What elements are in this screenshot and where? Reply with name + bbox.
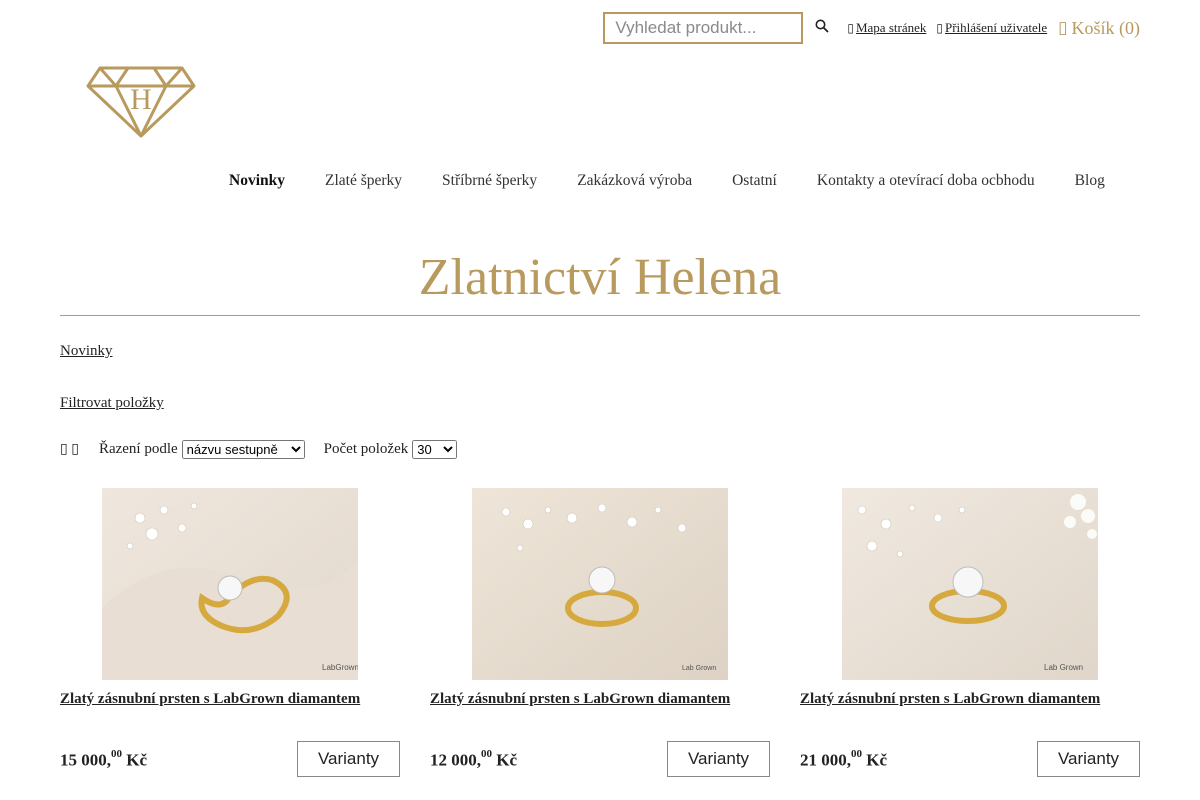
price-currency: Kč bbox=[126, 750, 148, 770]
login-label: Přihlášení uživatele bbox=[944, 20, 1048, 35]
list-controls: ▯ ▯ Řazení podle názvu sestupně Počet po… bbox=[60, 440, 458, 459]
list-view-icon[interactable]: ▯ bbox=[71, 442, 79, 457]
user-icon: ▯ bbox=[936, 20, 943, 35]
product-price: 21 000,00 Kč bbox=[800, 748, 888, 771]
product-image[interactable]: Lab Grown bbox=[472, 488, 728, 680]
price-cents: 00 bbox=[481, 748, 492, 760]
sort-select[interactable]: názvu sestupně bbox=[181, 440, 305, 459]
diamond-logo-icon: H bbox=[86, 66, 196, 138]
sitemap-label: Mapa stránek bbox=[855, 20, 927, 35]
login-link[interactable]: ▯ Přihlášení uživatele bbox=[936, 20, 1047, 36]
nav-item-zlate-sperky[interactable]: Zlaté šperky bbox=[305, 172, 422, 190]
cart-link[interactable]: ▯ Košík (0) bbox=[1058, 18, 1140, 39]
sitemap-link[interactable]: ▯ Mapa stránek bbox=[847, 20, 926, 36]
cart-label: Košík (0) bbox=[1071, 17, 1141, 38]
product-card: Lab Grown Zlatý zásnubní prsten s LabGro… bbox=[800, 488, 1140, 788]
grid-view-icon[interactable]: ▯ bbox=[60, 442, 68, 457]
page-title: Zlatnictví Helena bbox=[418, 249, 782, 306]
price-cents: 00 bbox=[851, 748, 862, 760]
svg-text:H: H bbox=[130, 83, 152, 116]
nav-item-novinky[interactable]: Novinky bbox=[209, 172, 305, 190]
nav-item-kontakty[interactable]: Kontakty a otevírací doba ocbhodu bbox=[797, 172, 1055, 190]
sort-label: Řazení podle bbox=[98, 441, 178, 457]
count-label: Počet položek bbox=[323, 441, 409, 457]
logo[interactable]: H bbox=[86, 66, 196, 138]
nav-item-zakazkova-vyroba[interactable]: Zakázková výroba bbox=[557, 172, 712, 190]
filter-items-link[interactable]: Filtrovat položky bbox=[60, 395, 164, 412]
breadcrumb[interactable]: Novinky bbox=[60, 343, 113, 360]
title-divider bbox=[60, 315, 1140, 316]
sitemap-icon: ▯ bbox=[847, 20, 854, 35]
product-card: Lab Grown Zlatý zásnubní prsten s LabGro… bbox=[430, 488, 770, 788]
main-nav: Novinky Zlaté šperky Stříbrné šperky Zak… bbox=[209, 172, 1125, 190]
price-cents: 00 bbox=[111, 748, 122, 760]
price-main: 12 000, bbox=[430, 750, 481, 770]
count-select[interactable]: 30 bbox=[412, 440, 458, 459]
price-main: 21 000, bbox=[800, 750, 851, 770]
nav-item-blog[interactable]: Blog bbox=[1055, 172, 1125, 190]
product-image[interactable]: Lab Grown bbox=[842, 488, 1098, 680]
product-name[interactable]: Zlatý zásnubní prsten s LabGrown diamant… bbox=[60, 691, 360, 708]
product-card: LabGrown Zlatý zásnubní prsten s LabGrow… bbox=[60, 488, 400, 788]
cart-icon: ▯ bbox=[1058, 18, 1068, 37]
variants-button[interactable]: Varianty bbox=[297, 741, 400, 777]
price-currency: Kč bbox=[496, 750, 518, 770]
top-bar: ▯ Mapa stránek ▯ Přihlášení uživatele ▯ … bbox=[603, 12, 1140, 44]
image-caption: Lab Grown bbox=[1044, 663, 1083, 672]
image-caption: LabGrown bbox=[322, 663, 358, 672]
product-price: 12 000,00 Kč bbox=[430, 748, 518, 771]
product-image[interactable]: LabGrown bbox=[102, 488, 358, 680]
variants-button[interactable]: Varianty bbox=[667, 741, 770, 777]
product-price: 15 000,00 Kč bbox=[60, 748, 148, 771]
price-currency: Kč bbox=[866, 750, 888, 770]
nav-item-stribrne-sperky[interactable]: Stříbrné šperky bbox=[422, 172, 557, 190]
search-icon[interactable] bbox=[807, 19, 837, 38]
price-main: 15 000, bbox=[60, 750, 111, 770]
nav-item-ostatni[interactable]: Ostatní bbox=[712, 172, 797, 190]
product-name[interactable]: Zlatý zásnubní prsten s LabGrown diamant… bbox=[800, 691, 1100, 708]
variants-button[interactable]: Varianty bbox=[1037, 741, 1140, 777]
image-caption: Lab Grown bbox=[682, 665, 716, 672]
product-name[interactable]: Zlatý zásnubní prsten s LabGrown diamant… bbox=[430, 691, 730, 708]
search-input[interactable] bbox=[603, 12, 804, 44]
view-toggle: ▯ ▯ bbox=[60, 441, 79, 458]
